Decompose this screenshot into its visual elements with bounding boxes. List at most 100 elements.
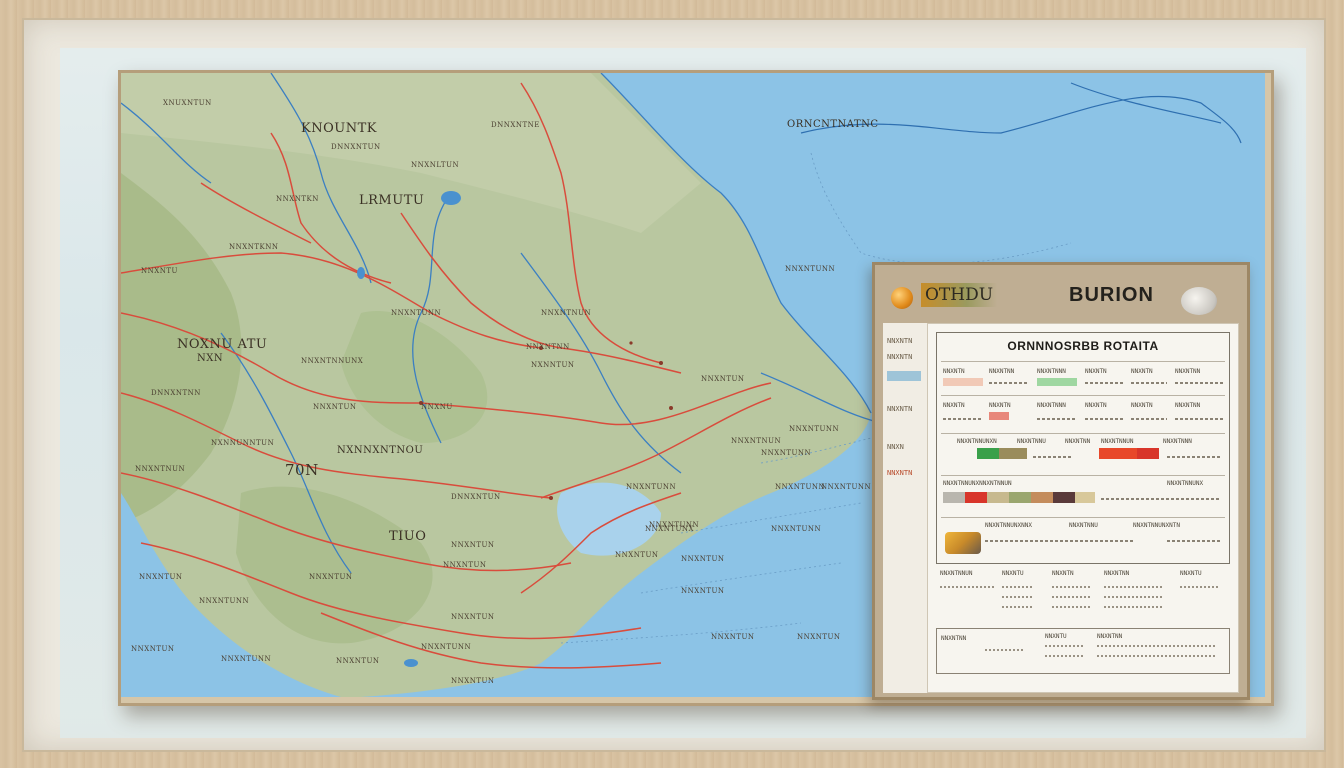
table-cell: NNXNTN <box>1131 368 1153 375</box>
map-label: KNOUNTK <box>301 121 377 136</box>
legend-swatch <box>943 492 965 503</box>
map-label: NXN <box>197 353 224 364</box>
legend-panel: OTHDU BURION NNXNTN NNXNTN NNXNTN NNXN N… <box>872 262 1250 700</box>
town-dot <box>659 361 663 365</box>
table-cell: NNXNTN <box>1085 402 1107 409</box>
side-swatch <box>887 371 921 381</box>
note-label: NNXNTU <box>1180 570 1202 577</box>
map-label: NNXNTU <box>141 267 178 275</box>
note-label: NNXNTU <box>1045 633 1067 640</box>
map-label: NNXNTUNN <box>421 643 472 651</box>
note-lines <box>1045 645 1085 647</box>
table-cell: NNXNTN <box>1131 402 1153 409</box>
map-label: NNXNTKN <box>276 195 319 203</box>
table-cell: NNXNTNNUNXN <box>957 438 997 445</box>
table-cell: NNXNTNNUNXNNX <box>985 522 1032 529</box>
map-label: NXNNTUN <box>531 361 575 369</box>
note-lines <box>1045 655 1085 657</box>
table-cell: NNXNTNNN <box>1037 368 1066 375</box>
map-label: NNXNTNUN <box>541 309 592 317</box>
note-label: NNXNTN <box>1052 570 1074 577</box>
legend-dash <box>1131 418 1167 420</box>
legend-swatch <box>1075 492 1095 503</box>
table-row: NNXNTNNUNXN NNXNTNNU NNXNTNN NNXNTNNUN N… <box>941 433 1225 470</box>
map-label: NNXNTUN <box>615 551 659 559</box>
side-label: NNXNTN <box>887 353 913 361</box>
map-label: DNNXNTNE <box>491 121 540 129</box>
table-cell: NNXNTNN <box>1065 438 1091 445</box>
side-label: NNXN <box>887 443 904 451</box>
note-lines <box>1180 586 1220 588</box>
note-label: NNXNTNN <box>941 635 967 642</box>
map-label: NNXNTUNN <box>821 483 872 491</box>
legend-swatch <box>1031 492 1053 503</box>
lake-1 <box>441 191 461 205</box>
map-label: NNXNTKNN <box>229 243 279 251</box>
map-label: NNXNTUN <box>131 645 175 653</box>
note-label: NNXNTU <box>1002 570 1024 577</box>
table-cell: NNXNTN <box>943 402 965 409</box>
map-label: DNNXNTUN <box>451 493 501 501</box>
map-label: NNXNTNNUNX <box>301 357 364 365</box>
table-row: NNXNTNNUNXNNX NNXNTNNU NNXNTNNUNXNTN <box>941 517 1225 560</box>
map-label: NNXNU <box>421 403 453 411</box>
note-label: NNXNTNN <box>1104 570 1130 577</box>
map-label: NOXNU ATU <box>177 337 268 352</box>
table-cell: NNXNTNN <box>1175 368 1201 375</box>
table-row: NNXNTNNUNXNNXNTNNUN NNXNTNNUNX <box>941 475 1225 514</box>
legend-dash <box>1037 418 1077 420</box>
map-label: NNXNTUN <box>336 657 380 665</box>
map-label: NNXNTUN <box>681 555 725 563</box>
panel-header: OTHDU BURION <box>875 265 1247 323</box>
table-cell: NNXNTN <box>989 402 1011 409</box>
map-label: NNXNTUNN <box>771 525 822 533</box>
legend-dash <box>989 382 1029 384</box>
legend-swatch <box>987 492 1009 503</box>
panel-tag: OTHDU <box>921 283 998 307</box>
legend-dash <box>1033 456 1073 458</box>
note-lines <box>1002 596 1032 598</box>
magnet-icon <box>1181 287 1217 315</box>
map-label: NNXNTUN <box>443 561 487 569</box>
legend-swatch <box>989 412 1009 420</box>
pushpin-icon <box>891 287 913 309</box>
side-label: NNXNTN <box>887 405 913 413</box>
table-cell: NNXNTNNU <box>1069 522 1098 529</box>
map-label: NXNNUNNTUN <box>211 439 275 447</box>
legend-swatch <box>1053 492 1075 503</box>
note-lines <box>1052 586 1092 588</box>
table-cell: NNXNTNNUN <box>1101 438 1134 445</box>
town-dot <box>669 406 673 410</box>
note-lines <box>1097 655 1217 657</box>
map-label: NNXNTUNN <box>785 265 836 273</box>
note-lines <box>940 586 994 588</box>
legend-title: ORNNNOSRBB ROTAITA <box>1007 339 1159 353</box>
note-label: NNXNTNNUN <box>940 570 973 577</box>
table-cell: NNXNTN <box>1085 368 1107 375</box>
table-cell: NNXNTNNU <box>1017 438 1046 445</box>
note-lines <box>1104 596 1164 598</box>
note-lines <box>1097 645 1217 647</box>
map-label: NNXNTUNN <box>221 655 272 663</box>
table-cell: NNXNTNNN <box>1037 402 1066 409</box>
legend-swatch <box>965 492 987 503</box>
lake-3 <box>404 659 418 667</box>
table-cell: NNXNTNN <box>989 368 1015 375</box>
legend-sheet: ORNNNOSRBB ROTAITA NNXNTN NNXNTNN NNXNTN… <box>927 323 1239 693</box>
map-label: XNUXNTUN <box>163 99 212 107</box>
legend-thumbnail <box>945 532 981 554</box>
legend-swatch <box>1037 378 1077 386</box>
map-label: NNXNTUN <box>451 677 495 685</box>
map-label: NNXNTUN <box>451 613 495 621</box>
note-lines <box>1002 606 1032 608</box>
map-label: NNXNTUNN <box>199 597 250 605</box>
map-label: NNXNTUNN <box>391 309 442 317</box>
legend-dash <box>1175 418 1223 420</box>
table-cell: NNXNTNNN <box>1163 438 1192 445</box>
legend-dash <box>1101 498 1221 500</box>
map-label: NXNNXNTNOU <box>337 445 424 456</box>
legend-dash <box>1167 540 1221 542</box>
legend-dash <box>1085 418 1125 420</box>
map-label: NNXNTUN <box>701 375 745 383</box>
note-lines <box>1104 606 1164 608</box>
